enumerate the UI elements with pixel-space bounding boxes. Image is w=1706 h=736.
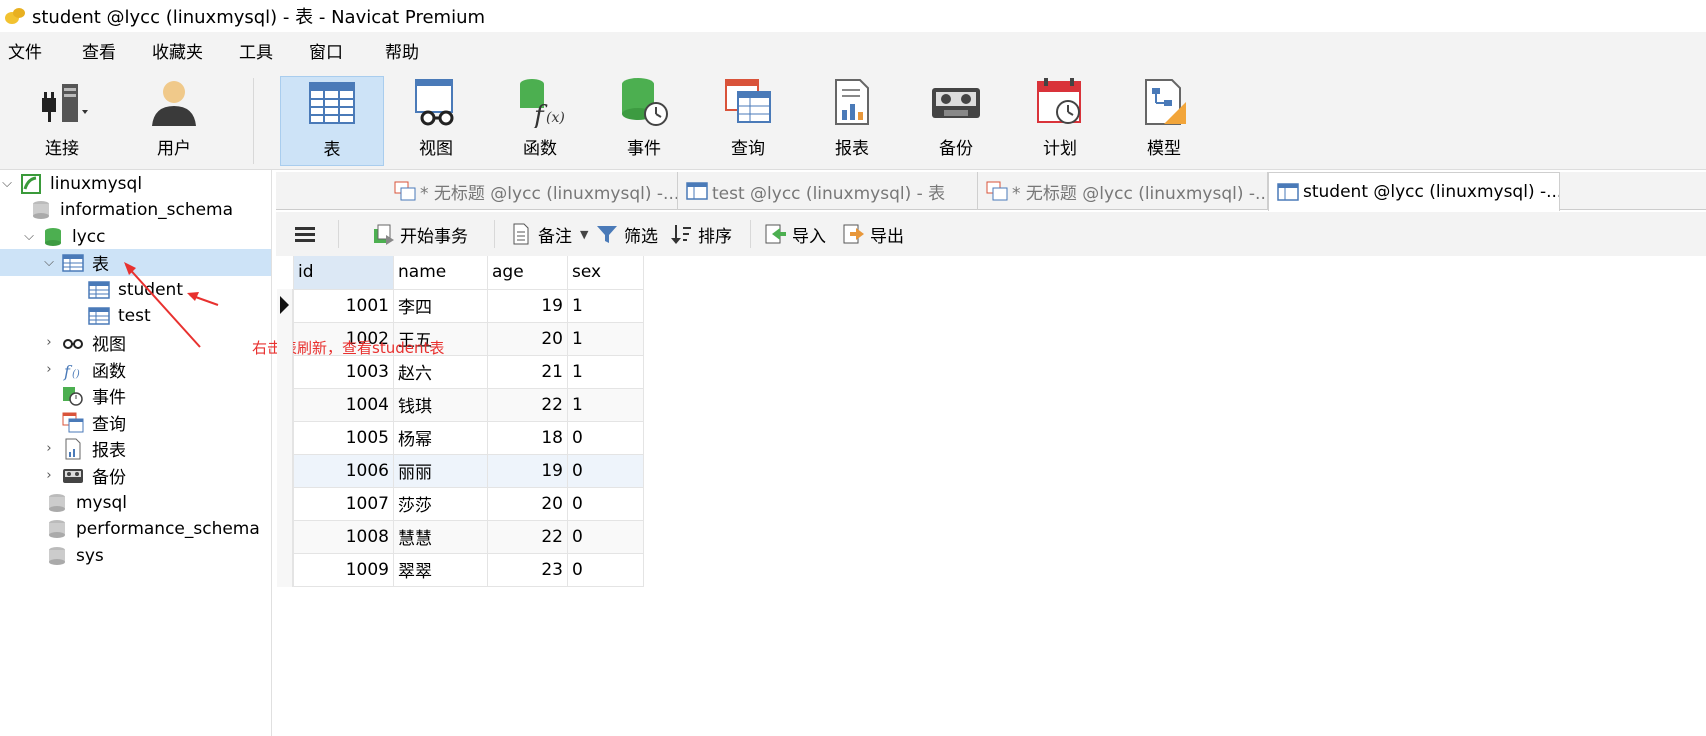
current-row-arrow-icon xyxy=(280,296,289,314)
annotation-arrows xyxy=(124,262,219,348)
annotation-arrow-to-tables xyxy=(125,264,201,348)
row-indicator-column xyxy=(277,289,293,587)
arrowhead-icon xyxy=(187,292,199,301)
